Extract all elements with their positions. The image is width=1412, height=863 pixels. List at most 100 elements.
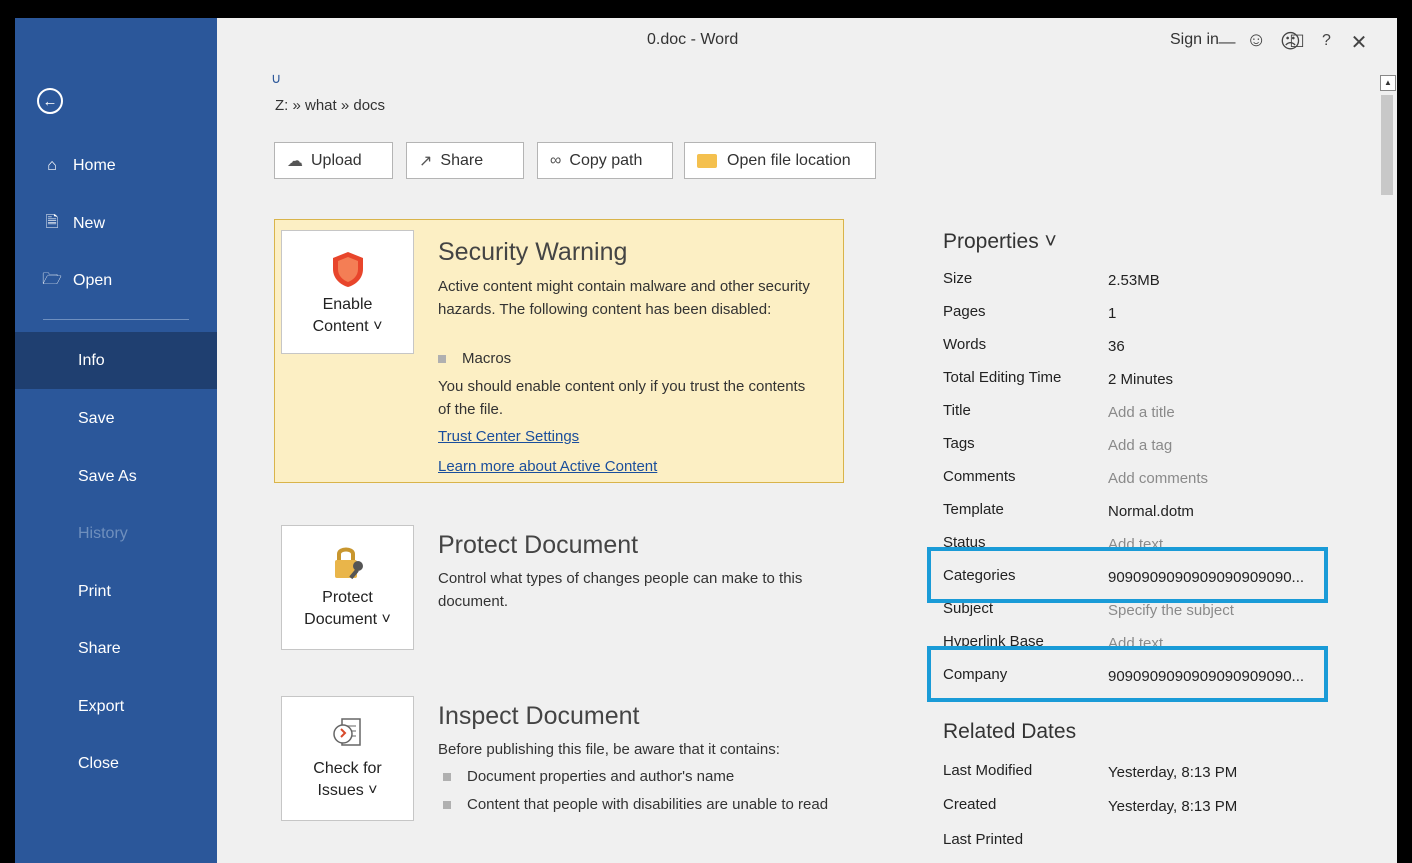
enable-content-label-2: Content ˅ bbox=[312, 318, 383, 335]
sidebar-item-export[interactable]: Export bbox=[15, 684, 217, 730]
security-warning-text: Active content might contain malware and… bbox=[438, 278, 810, 318]
inspect-item-properties: Document properties and author's name bbox=[443, 765, 734, 788]
property-value-words: 36 bbox=[1108, 338, 1125, 355]
sidebar-item-home[interactable]: ⌂ Home bbox=[15, 143, 217, 189]
sidebar-item-label: Save bbox=[78, 410, 115, 427]
property-label: Subject bbox=[943, 600, 994, 617]
related-dates-heading: Related Dates bbox=[943, 720, 1077, 743]
protect-document-text: Control what types of changes people can… bbox=[438, 570, 803, 610]
sidebar-item-label: Close bbox=[78, 755, 119, 772]
protect-document-heading: Protect Document bbox=[438, 531, 639, 559]
help-icon[interactable]: ? bbox=[1322, 32, 1331, 50]
open-file-location-button[interactable]: Open file location bbox=[684, 142, 876, 179]
property-value-tags-input[interactable]: Add a tag bbox=[1108, 437, 1172, 454]
macros-label: Macros bbox=[462, 350, 512, 367]
minimize-icon[interactable]: — bbox=[1209, 24, 1245, 60]
bullet-icon bbox=[438, 355, 446, 364]
property-value-title-input[interactable]: Add a title bbox=[1108, 404, 1175, 421]
word-backstage-window: ← ⌂ Home 🗎 New 🗁 Open Info Save Save As … bbox=[15, 18, 1397, 863]
sidebar-item-print[interactable]: Print bbox=[15, 569, 217, 615]
date-label: Created bbox=[943, 796, 997, 813]
sidebar-item-label: Open bbox=[73, 272, 113, 289]
sidebar-item-info[interactable]: Info bbox=[15, 332, 217, 389]
inspect-item-accessibility: Content that people with disabilities ar… bbox=[443, 793, 887, 816]
property-label: Total Editing Time bbox=[943, 369, 1062, 386]
window-title: 0.doc - Word bbox=[647, 31, 739, 48]
backstage-sidebar: ← ⌂ Home 🗎 New 🗁 Open Info Save Save As … bbox=[15, 18, 217, 863]
copy-path-button[interactable]: ∞ Copy path bbox=[537, 142, 673, 179]
upload-button[interactable]: ☁ Upload bbox=[274, 142, 393, 179]
property-value-size: 2.53MB bbox=[1108, 272, 1160, 289]
folder-open-icon: 🗁 bbox=[42, 270, 62, 288]
close-icon[interactable]: ✕ bbox=[1341, 24, 1377, 60]
properties-dropdown[interactable]: Properties ˅ bbox=[943, 230, 1057, 254]
property-value-pages: 1 bbox=[1108, 305, 1117, 322]
check-for-issues-label-1: Check for bbox=[313, 760, 382, 777]
shield-icon bbox=[332, 252, 363, 287]
property-label: Words bbox=[943, 336, 987, 353]
maximize-icon[interactable]: ☐ bbox=[1279, 24, 1315, 60]
property-label: Title bbox=[943, 402, 971, 419]
learn-more-active-content-link[interactable]: Learn more about Active Content bbox=[438, 455, 657, 478]
trust-center-settings-link[interactable]: Trust Center Settings bbox=[438, 425, 579, 448]
link-icon: ∞ bbox=[550, 151, 562, 169]
date-value-last-modified: Yesterday, 8:13 PM bbox=[1108, 764, 1238, 781]
loading-spinner-icon: ∪ bbox=[271, 70, 282, 86]
sidebar-item-close[interactable]: Close bbox=[15, 741, 217, 787]
security-warning-heading: Security Warning bbox=[438, 238, 628, 266]
property-label: Pages bbox=[943, 303, 986, 320]
date-value-created: Yesterday, 8:13 PM bbox=[1108, 798, 1238, 815]
bullet-icon bbox=[443, 801, 451, 810]
sidebar-item-label: Info bbox=[78, 351, 105, 369]
bullet-icon bbox=[443, 773, 451, 782]
smile-feedback-icon[interactable]: ☺ bbox=[1246, 29, 1266, 52]
copy-path-label: Copy path bbox=[569, 151, 643, 169]
share-icon: ↗ bbox=[419, 152, 433, 170]
protect-document-button[interactable]: Protect Document ˅ bbox=[281, 525, 414, 650]
enable-content-label-1: Enable bbox=[322, 296, 373, 313]
protect-document-label-1: Protect bbox=[322, 589, 373, 606]
vertical-scrollbar[interactable]: ▲ bbox=[1379, 73, 1397, 863]
check-for-issues-label-2: Issues ˅ bbox=[317, 782, 378, 799]
property-value-template: Normal.dotm bbox=[1108, 503, 1194, 520]
sidebar-divider bbox=[43, 319, 189, 320]
lock-key-icon bbox=[334, 547, 363, 580]
property-label: Comments bbox=[943, 468, 1016, 485]
back-arrow-icon[interactable]: ← bbox=[37, 88, 63, 114]
home-icon: ⌂ bbox=[47, 157, 57, 174]
sidebar-item-share[interactable]: Share bbox=[15, 626, 217, 672]
property-label: Tags bbox=[943, 435, 975, 452]
inspect-document-icon bbox=[332, 718, 361, 746]
sidebar-item-label: History bbox=[78, 525, 128, 542]
sidebar-item-label: Print bbox=[78, 583, 111, 600]
company-highlight-box bbox=[927, 646, 1328, 702]
property-value-comments-input[interactable]: Add comments bbox=[1108, 470, 1208, 487]
folder-icon bbox=[697, 153, 717, 168]
sidebar-item-history: History bbox=[15, 511, 217, 557]
date-label: Last Printed bbox=[943, 831, 1024, 848]
property-label: Size bbox=[943, 270, 973, 287]
scroll-thumb[interactable] bbox=[1381, 95, 1393, 195]
scroll-up-icon[interactable]: ▲ bbox=[1380, 75, 1396, 91]
categories-highlight-box bbox=[927, 547, 1328, 603]
sidebar-item-label: Export bbox=[78, 698, 125, 715]
sidebar-item-open[interactable]: 🗁 Open bbox=[15, 258, 217, 304]
share-label: Share bbox=[440, 151, 484, 169]
check-for-issues-button[interactable]: Check for Issues ˅ bbox=[281, 696, 414, 821]
enable-content-button[interactable]: Enable Content ˅ bbox=[281, 230, 414, 354]
share-button[interactable]: ↗ Share bbox=[406, 142, 524, 179]
cloud-upload-icon: ☁ bbox=[287, 152, 303, 170]
date-label: Last Modified bbox=[943, 762, 1033, 779]
sidebar-item-label: Save As bbox=[78, 468, 137, 485]
upload-label: Upload bbox=[311, 151, 362, 169]
protect-document-label-2: Document ˅ bbox=[304, 611, 391, 628]
property-value-editing-time: 2 Minutes bbox=[1108, 371, 1174, 388]
security-warning-panel: Enable Content ˅ Security Warning Active… bbox=[274, 219, 844, 483]
inspect-document-text: Before publishing this file, be aware th… bbox=[438, 741, 780, 758]
breadcrumb: Z: » what » docs bbox=[275, 97, 386, 114]
security-advice-text: You should enable content only if you tr… bbox=[438, 378, 806, 418]
sidebar-item-new[interactable]: 🗎 New bbox=[15, 201, 217, 247]
sidebar-item-save[interactable]: Save bbox=[15, 396, 217, 442]
sidebar-item-save-as[interactable]: Save As bbox=[15, 454, 217, 500]
property-value-subject-input[interactable]: Specify the subject bbox=[1108, 602, 1234, 619]
